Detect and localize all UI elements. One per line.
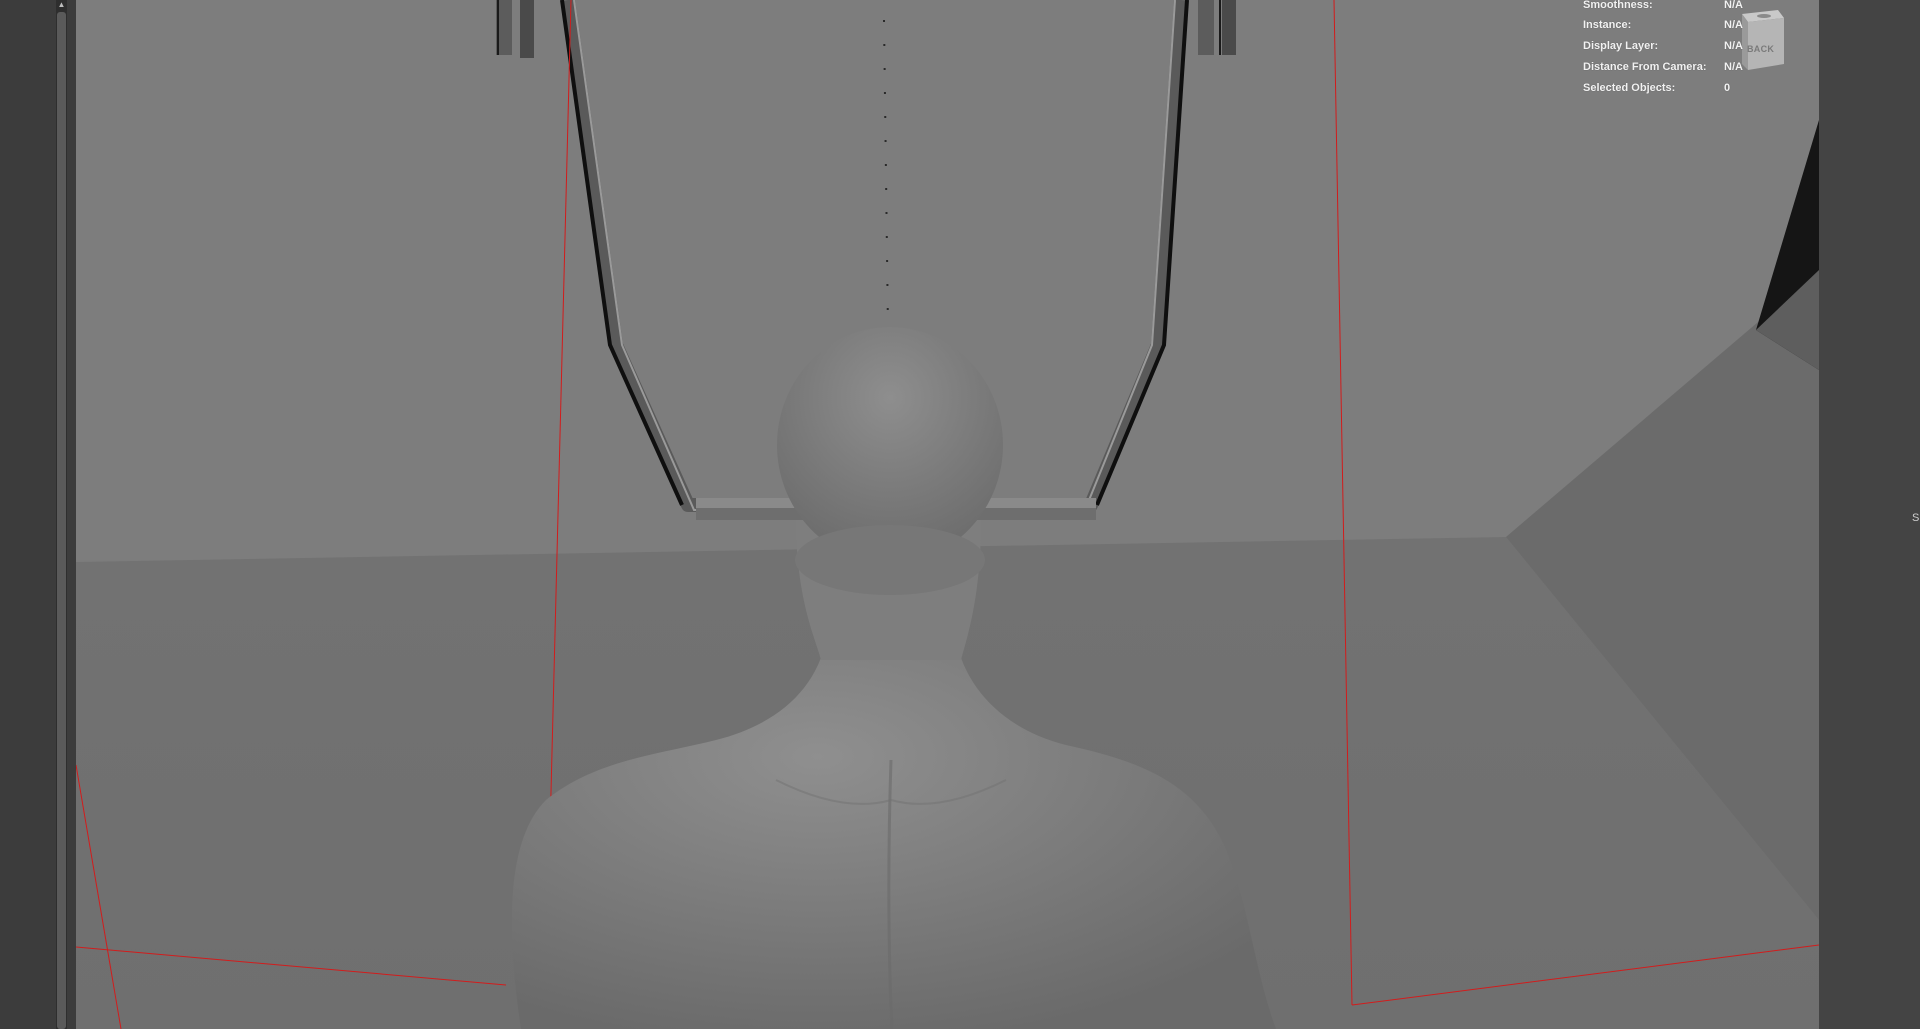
hud-label: Distance From Camera:	[1583, 61, 1707, 73]
maya-workspace: ▲ BACK Smoothness: N/A Instance: N/A Dis…	[0, 0, 1920, 1029]
hud-value: N/A	[1724, 0, 1743, 11]
scene-render	[76, 0, 1819, 1029]
view-cube-face-label[interactable]: BACK	[1747, 44, 1774, 54]
hud-label: Smoothness:	[1583, 0, 1653, 11]
hud-label: Selected Objects:	[1583, 82, 1676, 94]
hud-value: N/A	[1724, 19, 1743, 31]
right-panel-edge-text: S	[1912, 512, 1920, 524]
left-scrollbar-thumb[interactable]	[57, 12, 66, 1029]
hud-value: N/A	[1724, 40, 1743, 52]
hud-value: N/A	[1724, 61, 1743, 73]
hud-value: 0	[1724, 82, 1731, 94]
right-panel	[1819, 0, 1920, 1029]
3d-viewport[interactable]	[76, 0, 1819, 1029]
hud-label: Display Layer:	[1583, 40, 1659, 52]
hud-label: Instance:	[1583, 19, 1632, 31]
scroll-up-arrow-icon[interactable]: ▲	[57, 0, 66, 10]
post-right	[1198, 0, 1214, 55]
